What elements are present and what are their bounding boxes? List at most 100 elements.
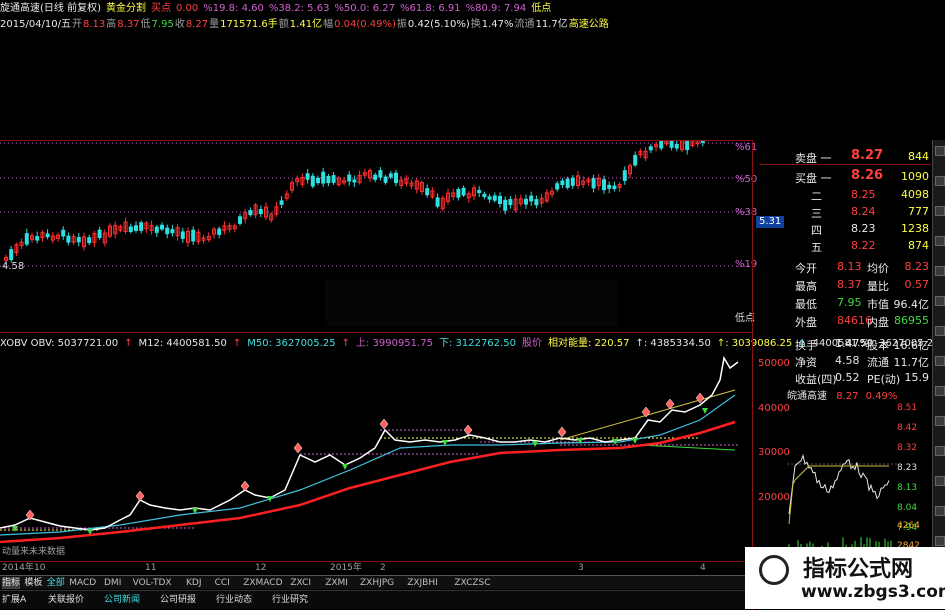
divider	[0, 140, 752, 141]
blank-overlay	[325, 280, 618, 326]
indicator-tab-dmi[interactable]: DMI	[104, 577, 121, 589]
buy-level-vol: 1238	[901, 222, 929, 235]
header-item: 买点	[150, 3, 171, 14]
toolbar-button-icon[interactable]	[935, 326, 945, 336]
buy1-price: 8.26	[851, 168, 884, 183]
indicator-tab-全部[interactable]: 全部	[47, 577, 65, 589]
sell1-vol: 844	[908, 150, 929, 163]
header-item: %80.9: 7.94	[465, 3, 527, 14]
header-item: 幅	[323, 19, 334, 30]
indicator-tab-指标[interactable]: 指标	[2, 577, 21, 589]
candle-body	[388, 173, 393, 178]
buy-level-price: 8.23	[851, 222, 876, 235]
obv-header-item: M12: 4400581.50	[138, 338, 227, 349]
info-link[interactable]: 行业动态	[216, 594, 252, 606]
buy-level-row: 五 8.22 874	[759, 237, 931, 254]
toolbar-button-icon[interactable]	[935, 146, 945, 156]
candle-body	[685, 140, 690, 151]
trough-marker-icon	[632, 438, 638, 444]
toolbar-button-icon[interactable]	[935, 236, 945, 246]
toolbar-button-icon[interactable]	[935, 446, 945, 456]
candle-body	[87, 237, 92, 244]
peak-marker-icon	[695, 392, 705, 404]
candle-body	[170, 229, 175, 234]
toolbar-button-icon[interactable]	[935, 266, 945, 276]
header-item: %38.2: 5.63	[268, 3, 330, 14]
toolbar-button-icon[interactable]	[935, 296, 945, 306]
info-link[interactable]: 扩展A	[2, 594, 26, 606]
stat2-row: 换手 1.47% 股本 16.6亿	[795, 337, 929, 352]
candle-body	[352, 179, 357, 183]
intraday-mini-chart[interactable]	[787, 404, 897, 554]
time-axis-label: 11	[145, 563, 157, 573]
obv-header-item: M50: 3627005.25	[247, 338, 336, 349]
candle-body	[128, 226, 133, 233]
toolbar-button-icon[interactable]	[935, 506, 945, 516]
mini-axis-label: 8.04	[897, 503, 918, 513]
toolbar-button-icon[interactable]	[935, 476, 945, 486]
toolbar-button-icon[interactable]	[935, 536, 945, 546]
indicator-tab-kdj[interactable]: KDJ	[186, 577, 202, 589]
indicator-tab-模板[interactable]: 模板	[24, 577, 42, 589]
indicator-tab-zxjbhi[interactable]: ZXJBHI	[407, 577, 438, 589]
obv-header-item: ↑	[341, 338, 350, 349]
peak-marker-icon	[379, 418, 389, 430]
divider	[0, 332, 752, 333]
candle-body	[394, 172, 398, 184]
sell1-row: 卖盘 一 8.27 844	[759, 148, 931, 165]
candle-body	[674, 143, 679, 149]
header-item: 开	[72, 19, 83, 30]
info-link[interactable]: 行业研究	[272, 594, 308, 606]
header-item: 旋通高速(日线 前复权)	[0, 3, 101, 14]
header-item: 高速公路	[568, 19, 609, 30]
candle-body	[669, 140, 674, 148]
candle-body	[61, 229, 66, 237]
chart-header: 旋通高速(日线 前复权) 黄金分割 买点 0.00 %19.8: 4.60 %38.2: …	[0, 0, 609, 36]
info-link[interactable]: 公司新闻	[104, 594, 140, 606]
obv-chart[interactable]	[0, 350, 752, 560]
buy-level-price: 8.25	[851, 188, 876, 201]
stat-row: 最高 8.37 量比 0.57	[795, 278, 929, 293]
header-item: 8.37	[117, 19, 140, 30]
header-item: 振	[396, 19, 407, 30]
obv-line	[0, 355, 739, 531]
indicator-tab-zxmacd[interactable]: ZXMACD	[243, 577, 282, 589]
candle-body	[321, 171, 326, 184]
candle-body	[373, 174, 378, 180]
candle-body	[456, 189, 461, 198]
candle-body	[534, 199, 539, 206]
candle-body	[258, 209, 263, 215]
toolbar-button-icon[interactable]	[935, 206, 945, 216]
info-link[interactable]: 关联报价	[48, 594, 84, 606]
candle-body	[508, 199, 513, 205]
indicator-tab-zxci[interactable]: ZXCI	[290, 577, 311, 589]
header-item: 0.42(5.10%)	[407, 19, 470, 30]
candle-body	[326, 176, 331, 184]
indicator-tab-zxhjpg[interactable]: ZXHJPG	[360, 577, 394, 589]
candle-body	[461, 187, 466, 196]
mini-axis-label: 8.13	[897, 483, 918, 493]
candle-body	[378, 170, 383, 178]
header-item: %19.8: 4.60	[203, 3, 264, 14]
toolbar-button-icon[interactable]	[935, 356, 945, 366]
indicator-tab-vol-tdx[interactable]: VOL-TDX	[133, 577, 172, 589]
indicator-tab-cci[interactable]: CCI	[215, 577, 230, 589]
header-item: %50.0: 6.27	[334, 3, 396, 14]
mini-axis-label: 8.23	[897, 463, 918, 473]
quote-header-line: 2015/04/10/五开8.13高8.37低7.95收8.27量171571.…	[0, 19, 610, 31]
toolbar-button-icon[interactable]	[935, 386, 945, 396]
peak-marker-icon	[293, 442, 303, 454]
indicator-tab-macd[interactable]: MACD	[69, 577, 96, 589]
candle-body	[612, 185, 617, 190]
candle-body	[622, 170, 627, 181]
toolbar-button-icon[interactable]	[935, 176, 945, 186]
candle-body	[238, 216, 242, 224]
stat-row: 最低 7.95 市值 96.4亿	[795, 296, 929, 311]
info-link[interactable]: 公司研报	[160, 594, 196, 606]
toolbar-button-icon[interactable]	[935, 416, 945, 426]
candle-body	[331, 175, 336, 183]
indicator-tab-zxczsc[interactable]: ZXCZSC	[454, 577, 490, 589]
candle-body	[134, 225, 138, 231]
indicator-tab-zxmi[interactable]: ZXMI	[325, 577, 348, 589]
candle-body	[66, 235, 71, 243]
